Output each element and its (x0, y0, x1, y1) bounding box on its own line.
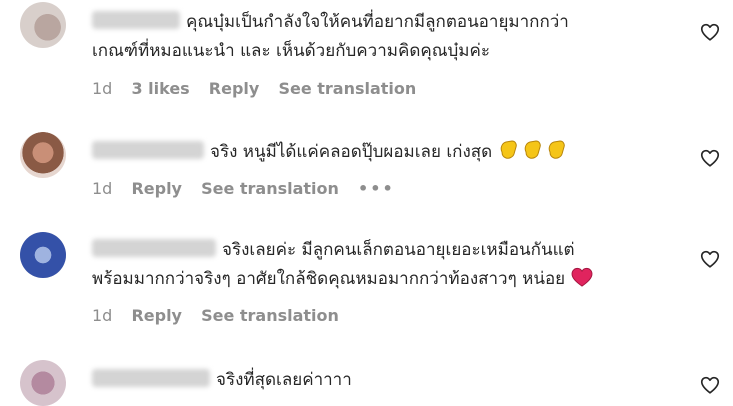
reply-button[interactable]: Reply (209, 79, 260, 98)
comment-text-line1: จริง หนูมีได้แค่คลอดปุ๊บผอมเลย เก่งสุด (210, 142, 493, 162)
heart-outline-icon[interactable] (699, 374, 721, 396)
avatar[interactable] (20, 360, 66, 406)
heart-outline-icon[interactable] (699, 147, 721, 169)
comment-meta: 1d Reply See translation (92, 306, 353, 325)
username[interactable] (92, 11, 180, 29)
heart-outline-icon[interactable] (699, 21, 721, 43)
more-options-icon[interactable]: ••• (358, 179, 395, 198)
comment-age: 1d (92, 179, 113, 198)
avatar[interactable] (20, 132, 66, 178)
red-heart-emoji (571, 267, 592, 287)
comment-text: คุณบุ๋มเป็นกำลังใจให้คนที่อยากมีลูกตอนอา… (92, 8, 662, 66)
comment-meta: 1d Reply See translation ••• (92, 179, 409, 198)
comment-text-line1: จริงที่สุดเลยค่าาาา (216, 370, 352, 390)
avatar[interactable] (20, 232, 66, 278)
comment-text-line1: จริงเลยค่ะ มีลูกคนเล็กตอนอายุเยอะเหมือนก… (222, 240, 575, 260)
username[interactable] (92, 141, 204, 159)
comment-age: 1d (92, 306, 113, 325)
comment-text: จริงที่สุดเลยค่าาาา (92, 366, 662, 395)
comment-text-line2: เกณฑ์ที่หมอแนะนำ และ เห็นด้วยกับความคิดค… (92, 41, 490, 61)
see-translation-button[interactable]: See translation (201, 179, 339, 198)
comment-text: จริงเลยค่ะ มีลูกคนเล็กตอนอายุเยอะเหมือนก… (92, 236, 662, 294)
comment-text-line1: คุณบุ๋มเป็นกำลังใจให้คนที่อยากมีลูกตอนอา… (186, 12, 569, 32)
comment-text-line2: พร้อมมากกว่าจริงๆ อาศัยใกล้ชิดคุณหมอมากก… (92, 269, 566, 289)
reply-button[interactable]: Reply (131, 179, 182, 198)
username[interactable] (92, 369, 210, 387)
avatar[interactable] (20, 2, 66, 48)
likes-count[interactable]: 3 likes (131, 79, 189, 98)
comment-age: 1d (92, 79, 113, 98)
username[interactable] (92, 239, 216, 257)
reply-button[interactable]: Reply (131, 306, 182, 325)
comment-text: จริง หนูมีได้แค่คลอดปุ๊บผอมเลย เก่งสุด (92, 138, 662, 167)
comment-meta: 1d 3 likes Reply See translation (92, 79, 430, 98)
clapping-hands-emoji (500, 140, 565, 159)
heart-outline-icon[interactable] (699, 248, 721, 270)
see-translation-button[interactable]: See translation (278, 79, 416, 98)
see-translation-button[interactable]: See translation (201, 306, 339, 325)
